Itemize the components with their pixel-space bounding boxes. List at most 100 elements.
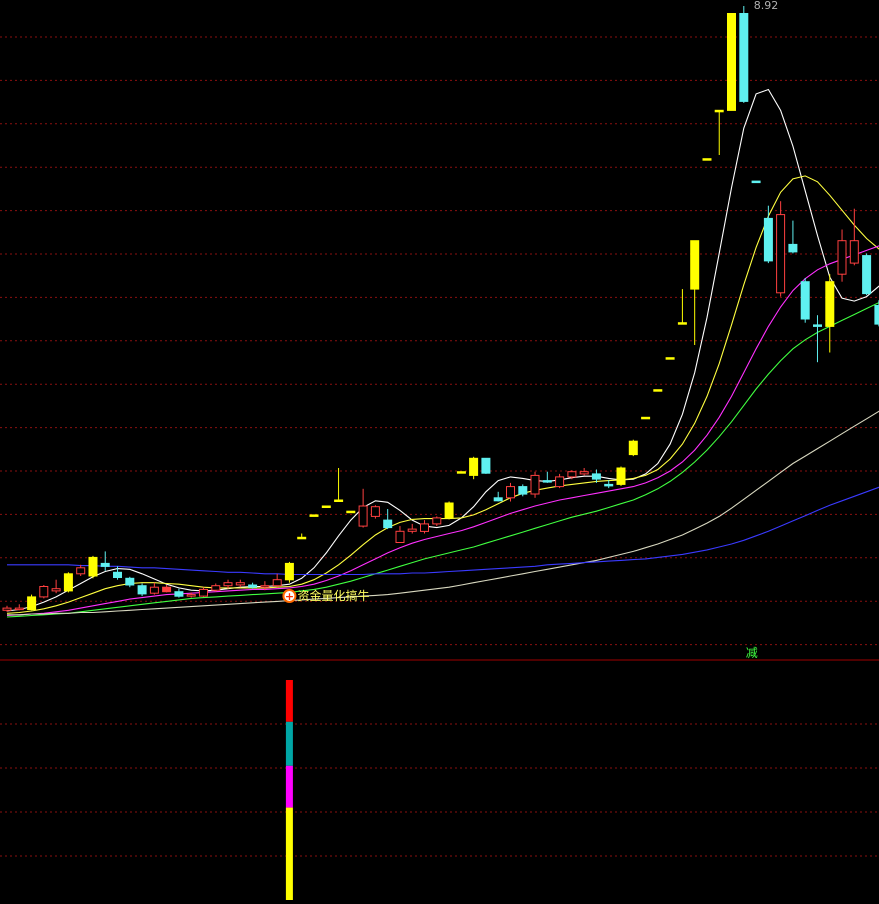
signal-plus-icon: +	[285, 590, 294, 603]
candle-body	[506, 486, 515, 499]
candle-body	[39, 586, 49, 598]
candle-body	[321, 505, 331, 508]
candle-body	[137, 585, 147, 595]
candle	[456, 471, 466, 474]
candle-body	[849, 240, 859, 264]
ma-line-2	[6, 175, 879, 614]
candle-body	[518, 486, 528, 495]
candle-body	[420, 523, 429, 532]
candle	[788, 220, 798, 254]
candle-body	[334, 499, 344, 502]
candle-body	[211, 585, 221, 591]
reduce-label: 减	[746, 646, 758, 660]
peak-price-label: 8.92	[754, 0, 779, 12]
candle-body	[297, 536, 307, 540]
candle-body	[456, 471, 466, 474]
candle	[530, 471, 540, 498]
candlestick-chart[interactable]: + 资金量化搞牛 8.92 减	[0, 0, 879, 904]
candle-body	[100, 562, 110, 567]
candle-body	[690, 240, 700, 290]
candle-body	[14, 607, 24, 611]
candle	[370, 505, 380, 519]
candle	[763, 205, 773, 264]
candle	[776, 201, 786, 297]
stock-chart-stage: + 资金量化搞牛 8.92 减	[0, 0, 879, 904]
candle	[690, 240, 700, 345]
candle-body	[235, 582, 245, 586]
candle	[76, 564, 86, 576]
candle-body	[309, 514, 319, 517]
candle	[334, 468, 344, 502]
candle-body	[63, 573, 73, 592]
candle-body	[284, 562, 294, 581]
candle-body	[555, 476, 565, 488]
candle	[616, 466, 626, 486]
candle	[665, 357, 675, 360]
candle	[284, 561, 294, 583]
candle-body	[370, 506, 380, 517]
candle-body	[579, 471, 589, 475]
candle-body	[51, 588, 61, 592]
candle-body	[837, 240, 847, 275]
candle	[125, 576, 135, 588]
candle	[383, 509, 393, 530]
candle-body	[162, 586, 172, 593]
candle	[235, 579, 245, 588]
indicator-segment-1	[285, 680, 293, 722]
candle-body	[260, 585, 270, 588]
indicator-segment-2	[285, 721, 293, 766]
candle-body	[493, 497, 503, 502]
indicator-bar	[285, 680, 293, 900]
candle-body	[788, 243, 798, 253]
candle	[579, 468, 589, 476]
candle-body	[739, 13, 749, 102]
candle	[407, 523, 417, 534]
candle-body	[800, 281, 810, 320]
candle	[702, 158, 712, 161]
candle-body	[383, 519, 393, 529]
candle-body	[88, 556, 98, 577]
candle	[800, 278, 810, 323]
candle-body	[223, 582, 233, 587]
candle	[14, 604, 24, 611]
indicator-grid	[0, 723, 879, 857]
candle-body	[591, 473, 601, 480]
candle-body	[76, 567, 86, 575]
candle-body	[469, 457, 479, 476]
candle	[174, 588, 184, 598]
candle	[825, 274, 835, 353]
candle	[677, 289, 687, 325]
candle	[641, 416, 651, 420]
candle-body	[714, 109, 724, 113]
main-grid	[0, 36, 879, 646]
candle-body	[125, 577, 135, 586]
candle	[51, 579, 61, 594]
candle	[39, 585, 49, 599]
candle-body	[776, 214, 786, 294]
indicator-segment-3	[285, 765, 293, 808]
candle-body	[272, 579, 282, 587]
candle-body	[813, 324, 822, 327]
candle	[813, 315, 822, 363]
candle-body	[149, 586, 159, 594]
moving-averages	[6, 88, 879, 618]
candle-body	[2, 607, 12, 611]
candle	[444, 501, 454, 520]
candle	[518, 484, 528, 497]
candle-body	[604, 483, 614, 487]
candle	[346, 510, 356, 514]
candle-body	[727, 13, 736, 111]
candle	[297, 533, 307, 540]
candle-body	[113, 571, 122, 578]
candle	[628, 439, 638, 457]
candle	[199, 587, 208, 597]
candle-body	[174, 591, 184, 597]
candle	[211, 583, 221, 592]
candle-body	[358, 505, 368, 527]
candle-body	[567, 471, 577, 478]
candle-body	[407, 528, 417, 532]
candle	[493, 491, 503, 502]
candle-body	[702, 158, 712, 161]
candle	[27, 594, 37, 611]
candle	[555, 473, 565, 489]
